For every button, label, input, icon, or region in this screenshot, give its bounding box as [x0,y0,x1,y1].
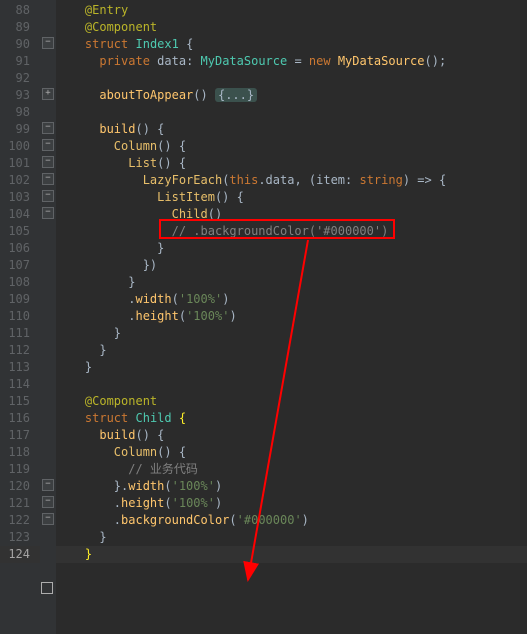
fold-toggle-icon[interactable]: − [42,190,54,202]
code-line: @Entry [56,2,527,19]
code-line: } [56,529,527,546]
line-number: 104 [0,206,40,223]
line-number: 118 [0,444,40,461]
code-line: struct Index1 { [56,36,527,53]
line-number: 88 [0,2,40,19]
line-number-gutter: 88 89 90 91 92 93 98 99 100 101 102 103 … [0,0,40,634]
code-line: build() { [56,121,527,138]
line-number: 119 [0,461,40,478]
code-line: aboutToAppear() {...} [56,87,527,104]
code-line: @Component [56,393,527,410]
code-line: private data: MyDataSource = new MyDataS… [56,53,527,70]
code-area[interactable]: @Entry @Component struct Index1 { privat… [56,0,527,634]
code-line: } [56,274,527,291]
fold-toggle-icon[interactable]: − [42,139,54,151]
code-line: } [56,342,527,359]
fold-toggle-icon[interactable]: − [42,207,54,219]
line-number: 120 [0,478,40,495]
line-number: 110 [0,308,40,325]
fold-toggle-icon[interactable]: − [42,37,54,49]
line-number: 107 [0,257,40,274]
code-line: build() { [56,427,527,444]
line-number: 89 [0,19,40,36]
code-line: } [56,325,527,342]
code-line: List() { [56,155,527,172]
line-number: 98 [0,104,40,121]
line-number: 122 [0,512,40,529]
code-line: Column() { [56,138,527,155]
line-number: 102 [0,172,40,189]
code-line: LazyForEach(this.data, (item: string) =>… [56,172,527,189]
fold-toggle-icon[interactable]: + [42,88,54,100]
line-number: 114 [0,376,40,393]
code-line [56,70,527,87]
code-line: .height('100%') [56,495,527,512]
folded-code-block[interactable]: {...} [215,88,257,102]
line-number: 105 [0,223,40,240]
breakpoint-marker-icon[interactable] [41,582,53,594]
code-line: Column() { [56,444,527,461]
code-line: ListItem() { [56,189,527,206]
code-line: } [56,240,527,257]
fold-toggle-icon[interactable]: − [42,479,54,491]
line-number: 113 [0,359,40,376]
code-line [56,376,527,393]
line-number: 106 [0,240,40,257]
line-number: 101 [0,155,40,172]
code-line: } [56,359,527,376]
line-number: 123 [0,529,40,546]
fold-gutter: − + − − − − − − − − − [40,0,56,634]
line-number: 90 [0,36,40,53]
line-number: 92 [0,70,40,87]
line-number: 109 [0,291,40,308]
code-line: .width('100%') [56,291,527,308]
line-number: 117 [0,427,40,444]
code-editor[interactable]: 88 89 90 91 92 93 98 99 100 101 102 103 … [0,0,527,634]
code-line: }) [56,257,527,274]
line-number: 108 [0,274,40,291]
code-line: .backgroundColor('#000000') [56,512,527,529]
code-line: // 业务代码 [56,461,527,478]
line-number: 124 [0,546,40,563]
line-number: 99 [0,121,40,138]
line-number: 112 [0,342,40,359]
annotation-highlight-box [159,219,395,239]
line-number: 91 [0,53,40,70]
fold-toggle-icon[interactable]: − [42,122,54,134]
fold-toggle-icon[interactable]: − [42,173,54,185]
fold-toggle-icon[interactable]: − [42,513,54,525]
line-number: 100 [0,138,40,155]
line-number: 116 [0,410,40,427]
fold-toggle-icon[interactable]: − [42,156,54,168]
line-number: 103 [0,189,40,206]
fold-toggle-icon[interactable]: − [42,496,54,508]
line-number: 111 [0,325,40,342]
code-line [56,104,527,121]
line-number: 93 [0,87,40,104]
line-number: 115 [0,393,40,410]
code-line: struct Child { [56,410,527,427]
code-line-active: } [56,546,527,563]
code-line: @Component [56,19,527,36]
line-number: 121 [0,495,40,512]
code-line: }.width('100%') [56,478,527,495]
code-line: .height('100%') [56,308,527,325]
